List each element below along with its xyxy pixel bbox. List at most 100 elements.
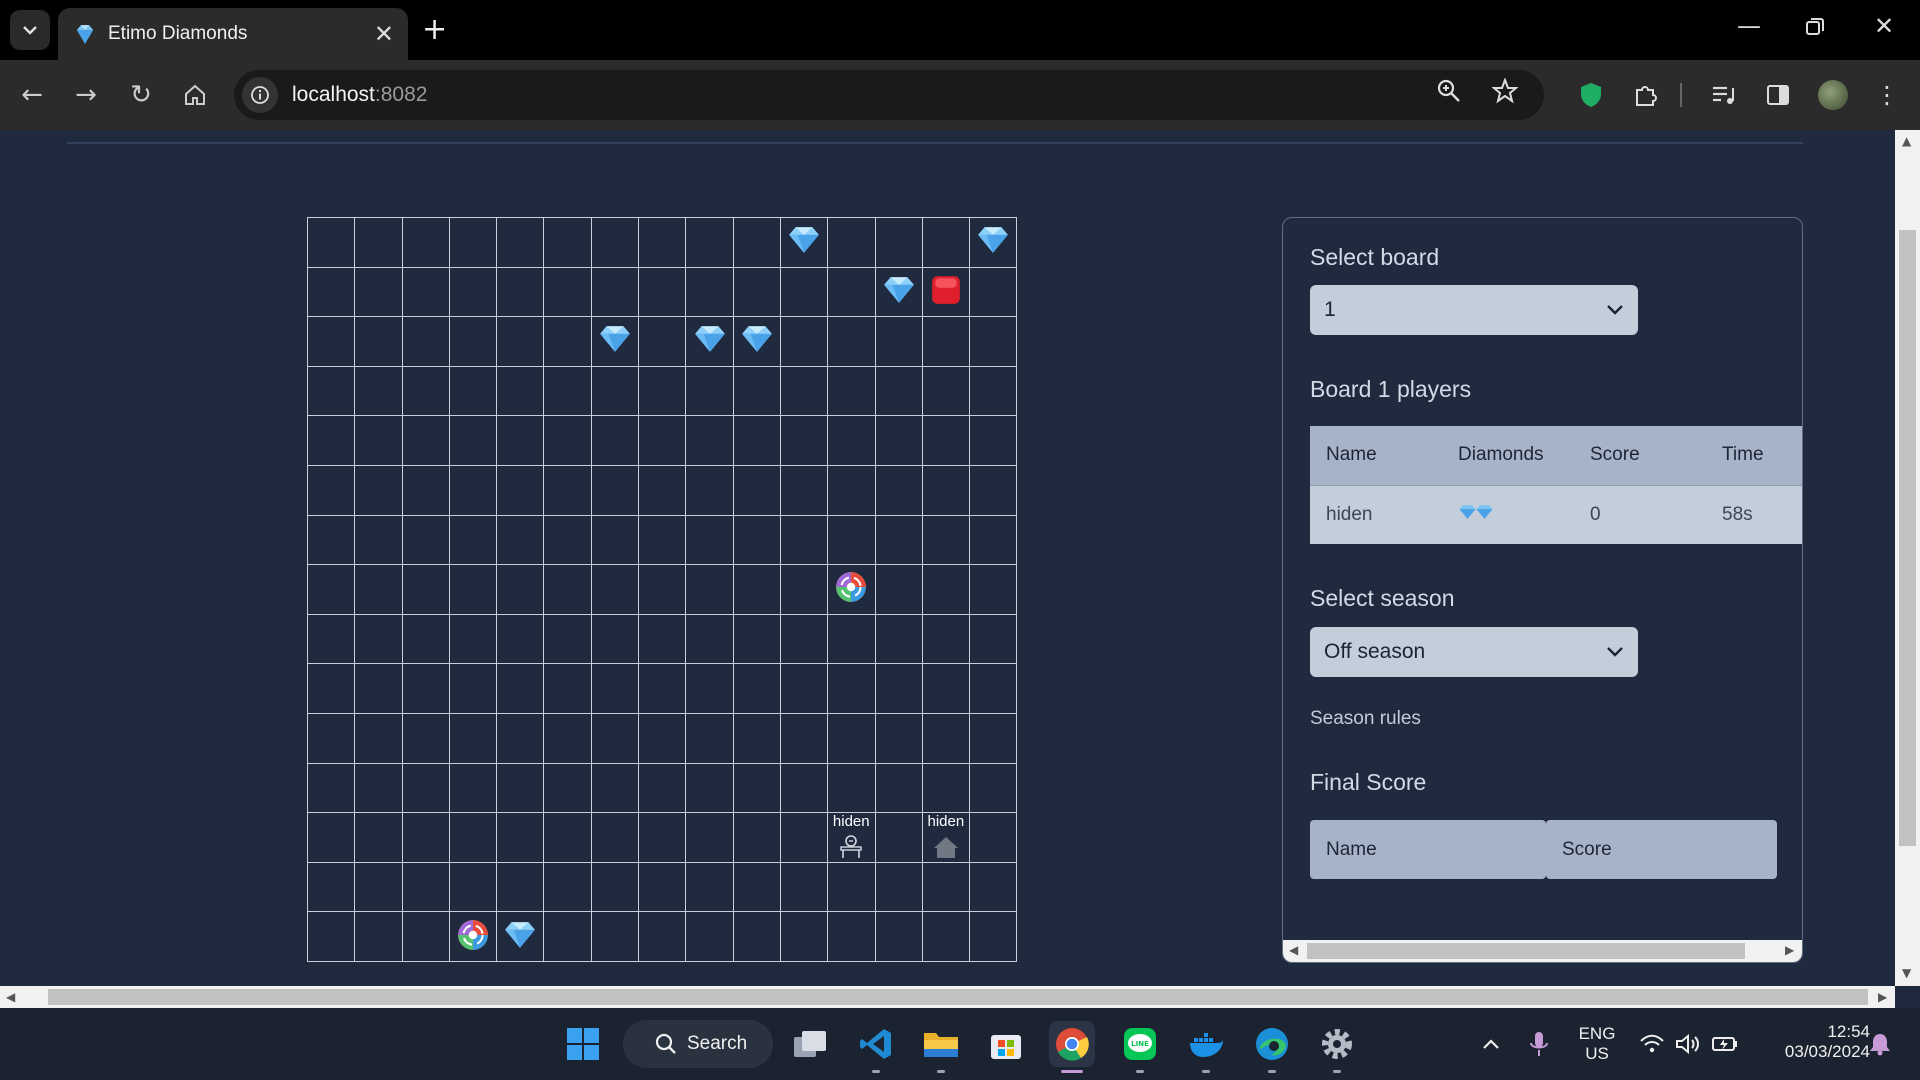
microsoft-store-icon[interactable]	[983, 1021, 1029, 1067]
line-app-icon[interactable]: LINE	[1117, 1021, 1163, 1073]
site-info-icon[interactable]	[242, 77, 278, 113]
windows-start-icon[interactable]	[560, 1021, 606, 1067]
chrome-icon[interactable]	[1049, 1021, 1095, 1073]
bookmark-star-icon[interactable]	[1492, 78, 1518, 104]
board-cell	[827, 266, 876, 318]
board-cell	[874, 663, 923, 714]
board-cell	[354, 712, 403, 764]
browser-tab[interactable]: Etimo Diamonds ✕	[58, 8, 408, 60]
board-cell	[448, 712, 498, 764]
address-bar[interactable]: localhost:8082	[234, 70, 1544, 120]
board-cell	[827, 514, 876, 566]
board-cell	[921, 712, 971, 764]
board-cell	[306, 762, 356, 814]
board-cell	[732, 514, 781, 566]
board-cell	[969, 464, 1018, 516]
back-icon[interactable]: ←	[15, 78, 49, 112]
table-row: hiden 0 58s	[1310, 484, 1802, 544]
notification-bell-icon[interactable]	[1857, 1021, 1903, 1067]
horizontal-scroll-thumb[interactable]	[48, 989, 1868, 1005]
minimize-icon[interactable]: —	[1737, 12, 1761, 40]
board-select[interactable]: 1	[1310, 285, 1638, 335]
board-cell	[969, 365, 1018, 417]
board-cell	[969, 812, 1018, 863]
scroll-left-icon[interactable]: ◀	[6, 990, 15, 1004]
board-cell	[921, 564, 971, 615]
panel-horizontal-scrollbar[interactable]: ◀ ▶	[1283, 940, 1802, 962]
board-cell	[921, 316, 971, 367]
chevron-up-icon[interactable]	[1468, 1021, 1514, 1067]
board-cell	[496, 613, 545, 665]
board-cell	[448, 415, 498, 466]
board-cell	[354, 464, 403, 516]
forward-icon[interactable]: →	[69, 78, 103, 112]
close-tab-icon[interactable]: ✕	[374, 20, 394, 48]
board-cell	[590, 266, 640, 318]
settings-gear-icon[interactable]	[1314, 1021, 1360, 1073]
taskbar-search[interactable]: Search	[623, 1020, 773, 1068]
board-row	[306, 861, 1018, 913]
close-window-icon[interactable]: ✕	[1874, 12, 1894, 40]
board-cell	[779, 613, 829, 665]
vscode-icon[interactable]	[853, 1021, 899, 1073]
board-cell	[779, 564, 829, 615]
board-cell	[590, 812, 640, 863]
diamond-favicon-icon	[76, 25, 94, 44]
board-cell	[543, 365, 592, 417]
browser-menu-icon[interactable]: ⋮	[1870, 78, 1904, 112]
panel-scroll-thumb[interactable]	[1307, 943, 1745, 959]
shield-extension-icon[interactable]	[1574, 78, 1608, 112]
board-cell	[874, 613, 923, 665]
scroll-down-icon[interactable]: ▼	[1902, 966, 1911, 980]
board-cell	[354, 564, 403, 615]
home-icon[interactable]	[178, 78, 212, 112]
docker-icon[interactable]	[1183, 1021, 1229, 1073]
board-cell	[306, 663, 356, 714]
side-panel-icon[interactable]	[1761, 78, 1795, 112]
season-select[interactable]: Off season	[1310, 627, 1638, 677]
board-cell	[448, 365, 498, 417]
board-cell	[306, 316, 356, 367]
page-vertical-scrollbar[interactable]: ▲ ▼	[1895, 130, 1920, 986]
zoom-icon[interactable]	[1436, 78, 1462, 104]
scroll-left-icon[interactable]: ◀	[1289, 943, 1298, 957]
board-cell	[827, 415, 876, 466]
browser-toolbar: ← → ↻ localhost:8082 ⋮	[0, 60, 1920, 130]
board-row	[306, 316, 1018, 367]
base-name-label: hiden	[927, 813, 965, 831]
battery-icon[interactable]	[1702, 1021, 1748, 1067]
vertical-scroll-thumb[interactable]	[1899, 230, 1916, 846]
board-cell	[306, 415, 356, 466]
col-score: Score	[1546, 820, 1777, 879]
board-players-heading: Board 1 players	[1310, 376, 1472, 402]
profile-avatar[interactable]	[1816, 78, 1850, 112]
season-rules-link[interactable]: Season rules	[1310, 708, 1421, 730]
board-cell	[779, 663, 829, 714]
extensions-puzzle-icon[interactable]	[1629, 78, 1663, 112]
clock[interactable]: 12:54 03/03/2024	[1755, 1022, 1870, 1062]
language-indicator[interactable]: ENG US	[1572, 1024, 1622, 1064]
board-cell	[448, 762, 498, 814]
tab-search-button[interactable]	[10, 10, 50, 50]
reload-icon[interactable]: ↻	[124, 78, 158, 112]
board-cell	[827, 663, 876, 714]
file-explorer-icon[interactable]	[918, 1021, 964, 1073]
microphone-icon[interactable]	[1516, 1021, 1562, 1067]
board-cell	[496, 762, 545, 814]
board-cell	[543, 762, 592, 814]
scroll-right-icon[interactable]: ▶	[1878, 990, 1887, 1004]
players-table-header: Name Diamonds Score Time	[1310, 426, 1802, 485]
scroll-up-icon[interactable]: ▲	[1902, 134, 1911, 148]
board-cell	[354, 415, 403, 466]
page-horizontal-scrollbar[interactable]: ◀ ▶	[0, 986, 1895, 1008]
edge-icon[interactable]	[1249, 1021, 1295, 1073]
new-tab-icon[interactable]: +	[422, 12, 447, 47]
restore-icon[interactable]	[1806, 14, 1824, 42]
board-cell	[496, 514, 545, 566]
board-cell	[732, 217, 781, 268]
task-view-icon[interactable]	[787, 1021, 833, 1067]
board-cell	[685, 762, 734, 814]
scroll-right-icon[interactable]: ▶	[1785, 943, 1794, 957]
col-score: Score	[1574, 426, 1706, 485]
media-control-icon[interactable]	[1707, 78, 1741, 112]
